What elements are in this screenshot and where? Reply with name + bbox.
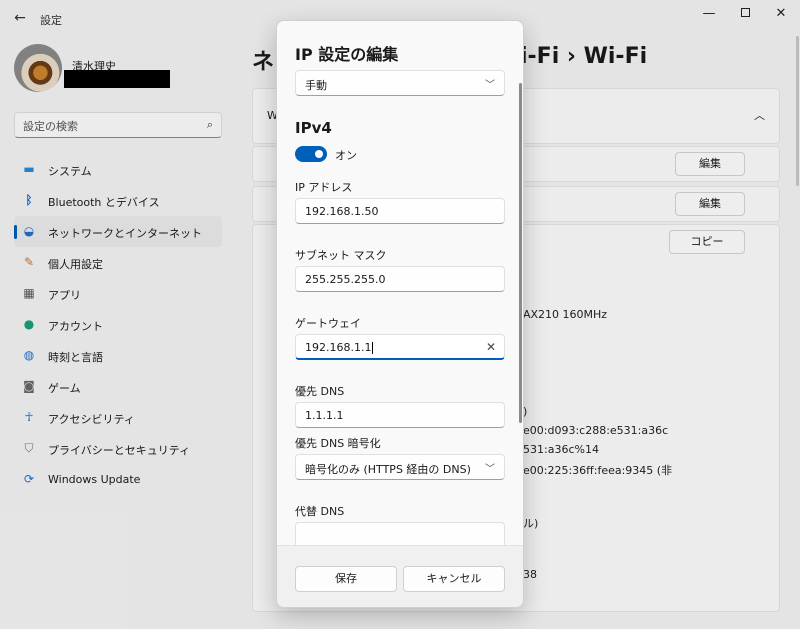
ip-address-value: 192.168.1.50 bbox=[305, 205, 379, 218]
dialog-body: IP 設定の編集 手動 ﹀ IPv4 オン IP アドレス 192.168.1.… bbox=[277, 21, 523, 545]
ip-mode-select[interactable]: 手動 ﹀ bbox=[295, 70, 505, 96]
gateway-value: 192.168.1.1 bbox=[305, 341, 372, 354]
subnet-mask-label: サブネット マスク bbox=[295, 249, 387, 262]
chevron-down-icon: ﹀ bbox=[485, 80, 495, 91]
edit-ip-settings-dialog: IP 設定の編集 手動 ﹀ IPv4 オン IP アドレス 192.168.1.… bbox=[276, 20, 524, 608]
toggle-knob bbox=[315, 150, 323, 158]
ip-address-input[interactable]: 192.168.1.50 bbox=[295, 198, 505, 224]
text-caret bbox=[372, 342, 374, 354]
page-scrollbar[interactable] bbox=[796, 36, 799, 186]
alternate-dns-label: 代替 DNS bbox=[295, 505, 345, 518]
gateway-label: ゲートウェイ bbox=[295, 317, 361, 330]
clear-icon[interactable]: ✕ bbox=[486, 340, 496, 354]
ipv4-toggle[interactable] bbox=[295, 146, 327, 162]
ipv4-toggle-label: オン bbox=[335, 149, 357, 162]
dns-encryption-value: 暗号化のみ (HTTPS 経由の DNS) bbox=[305, 463, 471, 476]
gateway-input[interactable]: 192.168.1.1 ✕ bbox=[295, 334, 505, 360]
chevron-down-icon: ﹀ bbox=[485, 464, 495, 475]
cancel-button[interactable]: キャンセル bbox=[403, 566, 505, 592]
save-button[interactable]: 保存 bbox=[295, 566, 397, 592]
subnet-mask-input[interactable]: 255.255.255.0 bbox=[295, 266, 505, 292]
ip-mode-value: 手動 bbox=[305, 79, 327, 92]
ip-address-label: IP アドレス bbox=[295, 181, 353, 194]
preferred-dns-value: 1.1.1.1 bbox=[305, 409, 344, 422]
alternate-dns-input[interactable] bbox=[295, 522, 505, 545]
dialog-title: IP 設定の編集 bbox=[295, 45, 399, 64]
preferred-dns-input[interactable]: 1.1.1.1 bbox=[295, 402, 505, 428]
ipv4-heading: IPv4 bbox=[295, 119, 332, 137]
preferred-dns-label: 優先 DNS bbox=[295, 385, 345, 398]
dialog-footer: 保存 キャンセル bbox=[277, 545, 523, 607]
dns-encryption-label: 優先 DNS 暗号化 bbox=[295, 437, 381, 450]
subnet-mask-value: 255.255.255.0 bbox=[305, 273, 386, 286]
dns-encryption-select[interactable]: 暗号化のみ (HTTPS 経由の DNS) ﹀ bbox=[295, 454, 505, 480]
dialog-scrollbar[interactable] bbox=[519, 83, 522, 423]
